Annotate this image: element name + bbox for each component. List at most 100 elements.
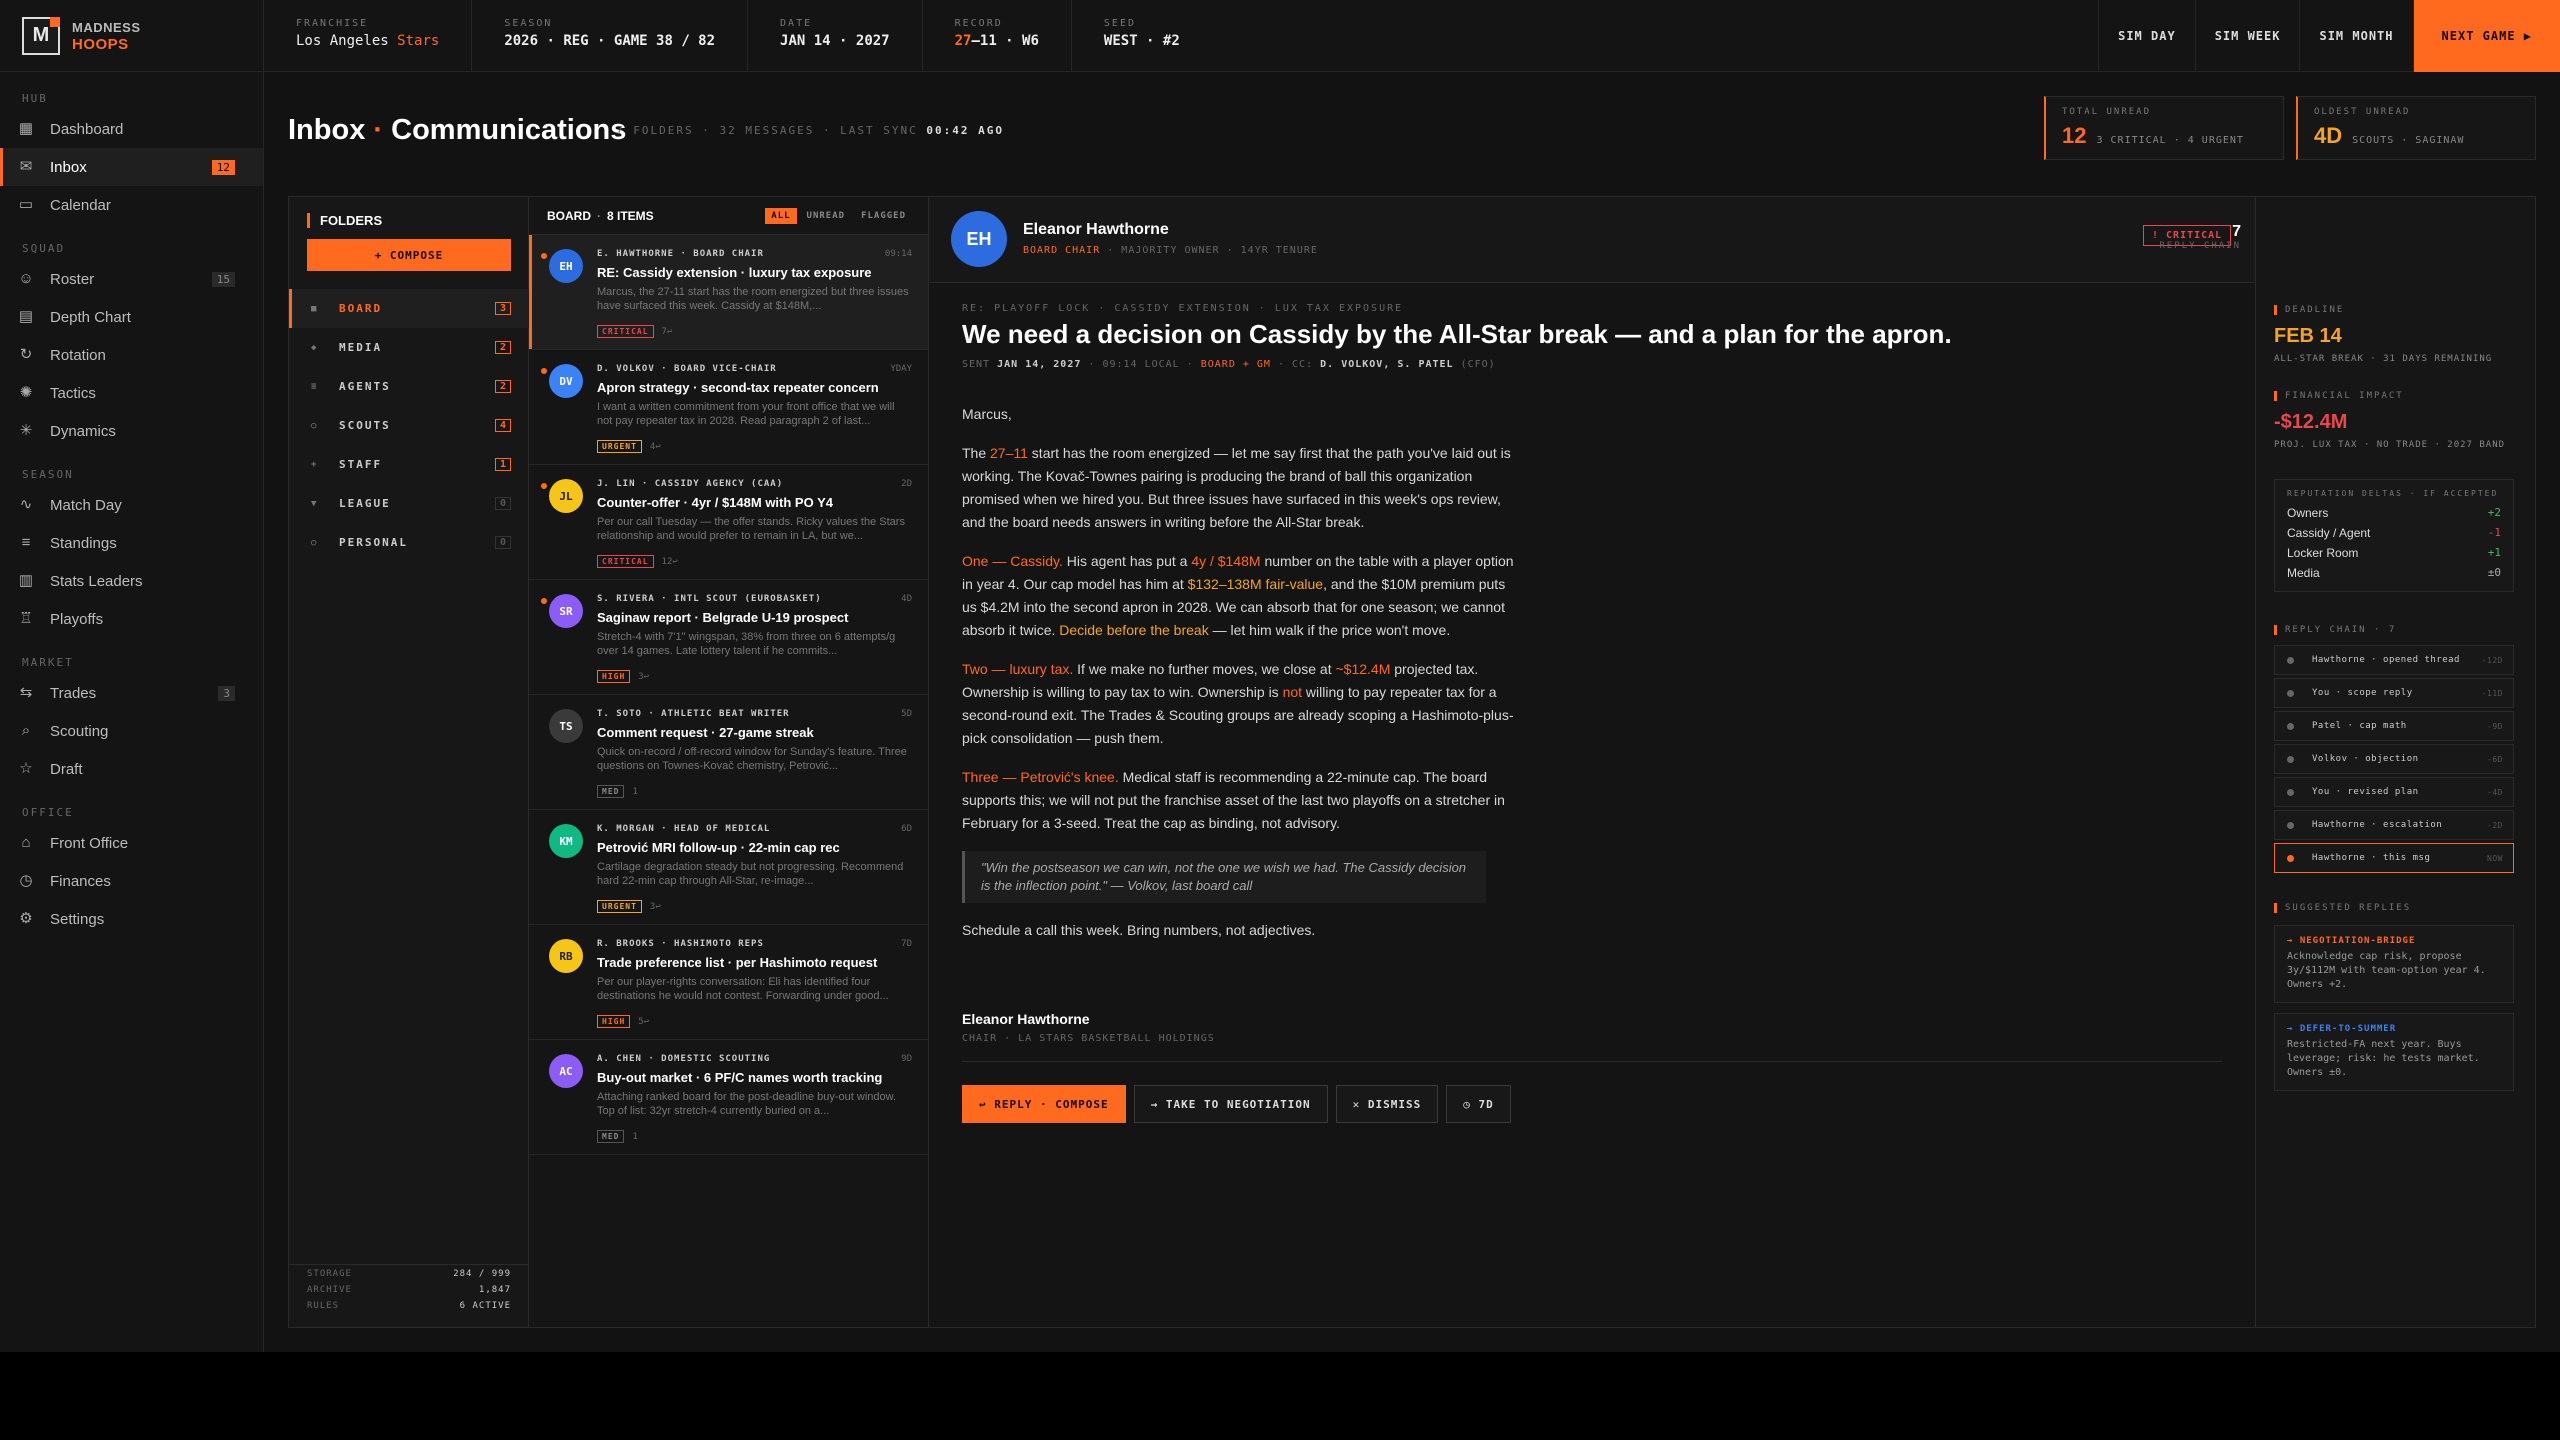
message-actions: ↩ REPLY · COMPOSE → TAKE TO NEGOTIATION … bbox=[962, 1085, 1519, 1123]
folder-board[interactable]: ■ BOARD 3 bbox=[289, 289, 529, 328]
sidebar-item-draft[interactable]: ☆ Draft bbox=[0, 750, 263, 788]
take-to-negotiation-button[interactable]: → TAKE TO NEGOTIATION bbox=[1133, 1085, 1328, 1123]
message-row[interactable]: TS T. SOTO · ATHLETIC BEAT WRITER 5D Commen… bbox=[529, 695, 928, 810]
reply-chain-item[interactable]: Hawthorne · opened thread -12D bbox=[2274, 645, 2514, 675]
sidebar-item-tactics[interactable]: ✺ Tactics bbox=[0, 374, 263, 412]
suggested-reply-card[interactable]: → DEFER-TO-SUMMER Restricted-FA next year… bbox=[2274, 1013, 2514, 1091]
avatar: SR bbox=[549, 594, 583, 628]
sim-week-button[interactable]: SIM WEEK bbox=[2194, 0, 2300, 72]
folder-icon: ○ bbox=[311, 537, 319, 548]
sidebar-item-label: Settings bbox=[50, 910, 105, 928]
sidebar-item-front-office[interactable]: ⌂ Front Office bbox=[0, 824, 263, 862]
reply-chain-label: REPLY CHAIN · 7 bbox=[2274, 625, 2514, 635]
context-aside: DEADLINE FEB 14 ALL-STAR BREAK · 31 DAYS… bbox=[2255, 197, 2535, 1327]
folder-agents[interactable]: ≡ AGENTS 2 bbox=[289, 367, 529, 406]
chain-label: Hawthorne · escalation bbox=[2312, 819, 2443, 830]
priority-tag: MED bbox=[597, 785, 625, 798]
message-preview: Stretch-4 with 7'1" wingspan, 38% from t… bbox=[597, 631, 896, 657]
sidebar-section-label: OFFICE bbox=[22, 806, 74, 819]
sidebar-item-standings[interactable]: ≡ Standings bbox=[0, 524, 263, 562]
message-time: 2D bbox=[901, 479, 912, 489]
filter-all[interactable]: ALL bbox=[765, 208, 797, 224]
kpi-value: 12 bbox=[2062, 123, 2087, 148]
sidebar-item-settings[interactable]: ⚙ Settings bbox=[0, 900, 263, 938]
sidebar-item-inbox[interactable]: ✉ Inbox 12 bbox=[0, 148, 263, 186]
chain-label: You · scope reply bbox=[2312, 687, 2413, 698]
reply-compose-button[interactable]: ↩ REPLY · COMPOSE bbox=[962, 1085, 1126, 1123]
reply-chain-item[interactable]: You · scope reply -11D bbox=[2274, 678, 2514, 708]
folder-league[interactable]: ▼ LEAGUE 0 bbox=[289, 484, 529, 523]
folder-scouts[interactable]: ○ SCOUTS 4 bbox=[289, 406, 529, 445]
dismiss-button[interactable]: ✕ DISMISS bbox=[1335, 1085, 1439, 1123]
snooze-button[interactable]: ◷ 7D bbox=[1446, 1085, 1511, 1123]
message-subject: Apron strategy · second-tax repeater con… bbox=[597, 380, 879, 395]
list-filters: ALL UNREAD FLAGGED bbox=[761, 208, 912, 224]
reply-chain-item[interactable]: Hawthorne · this msg NOW bbox=[2274, 843, 2514, 873]
message-row[interactable]: AC A. CHEN · DOMESTIC SCOUTING 9D Buy-out m… bbox=[529, 1040, 928, 1155]
message-sender: R. BROOKS · HASHIMOTO REPS bbox=[597, 939, 764, 949]
sidebar-section-label: HUB bbox=[22, 92, 48, 105]
sim-day-button[interactable]: SIM DAY bbox=[2098, 0, 2195, 72]
message-subject: Saginaw report · Belgrade U-19 prospect bbox=[597, 610, 849, 625]
brand[interactable]: M MADNESS HOOPS bbox=[0, 0, 263, 72]
sidebar-item-label: Playoffs bbox=[50, 610, 104, 628]
sidebar-item-calendar[interactable]: ▭ Calendar bbox=[0, 186, 263, 224]
paragraph-4: Three — Petrović's knee. Medical staff i… bbox=[962, 766, 1522, 835]
inbox-panel: FOLDERS + COMPOSE ■ BOARD 3 ◆ MEDIA 2 ≡ AGENTS 2… bbox=[288, 196, 2536, 1328]
message-preview: Attaching ranked board for the post-dead… bbox=[597, 1091, 897, 1117]
sidebar-item-dynamics[interactable]: ✳ Dynamics bbox=[0, 412, 263, 450]
reply-count: 4↩ bbox=[649, 441, 661, 452]
message-subject: Counter-offer · 4yr / $148M with PO Y4 bbox=[597, 495, 833, 510]
reply-chain-item[interactable]: Patel · cap math -9D bbox=[2274, 711, 2514, 741]
message-row[interactable]: EH E. HAWTHORNE · BOARD CHAIR 09:14 RE: Cas… bbox=[529, 235, 928, 350]
reply-chain-item[interactable]: Volkov · objection -6D bbox=[2274, 744, 2514, 774]
sidebar-item-finances[interactable]: ◷ Finances bbox=[0, 862, 263, 900]
kpi-label: OLDEST UNREAD bbox=[2314, 107, 2411, 117]
compose-button[interactable]: + COMPOSE bbox=[307, 239, 511, 271]
sender-role: BOARD CHAIR · MAJORITY OWNER · 14YR TENU… bbox=[1023, 245, 1318, 256]
message-row[interactable]: DV D. VOLKOV · BOARD VICE-CHAIR YDAY Apron … bbox=[529, 350, 928, 465]
reply-chain-item[interactable]: Hawthorne · escalation -2D bbox=[2274, 810, 2514, 840]
message-row[interactable]: JL J. LIN · CASSIDY AGENCY (CAA) 2D Counter… bbox=[529, 465, 928, 580]
unread-dot bbox=[541, 598, 547, 604]
folder-media[interactable]: ◆ MEDIA 2 bbox=[289, 328, 529, 367]
message-preview: Per our call Tuesday — the offer stands.… bbox=[597, 516, 905, 542]
cc-patel-role: (CFO) bbox=[1460, 359, 1496, 370]
stat-value: 2026 · REG · GAME 38 / 82 bbox=[504, 33, 716, 49]
sidebar-item-match-day[interactable]: ∿ Match Day bbox=[0, 486, 263, 524]
reply-chain-item[interactable]: You · revised plan -4D bbox=[2274, 777, 2514, 807]
sidebar-item-playoffs[interactable]: ♖ Playoffs bbox=[0, 600, 263, 638]
sidebar-item-rotation[interactable]: ↻ Rotation bbox=[0, 336, 263, 374]
reputation-group: Media bbox=[2287, 566, 2320, 580]
sidebar-item-stats-leaders[interactable]: ▥ Stats Leaders bbox=[0, 562, 263, 600]
p1-text: The bbox=[962, 445, 991, 461]
filter-flagged[interactable]: FLAGGED bbox=[855, 208, 912, 224]
next-game-button[interactable]: NEXT GAME ▶ bbox=[2412, 0, 2560, 72]
mail-icon: ✉ bbox=[19, 158, 33, 175]
message-subject: Buy-out market · 6 PF/C names worth trac… bbox=[597, 1070, 883, 1085]
folder-personal[interactable]: ○ PERSONAL 0 bbox=[289, 523, 529, 562]
suggested-reply-text: Restricted-FA next year. Buys leverage; … bbox=[2287, 1039, 2480, 1078]
message-row[interactable]: KM K. MORGAN · HEAD OF MEDICAL 6D Petrović … bbox=[529, 810, 928, 925]
folders-heading: FOLDERS bbox=[307, 213, 382, 228]
folder-staff[interactable]: + STAFF 1 bbox=[289, 445, 529, 484]
sidebar-item-roster[interactable]: ☺ Roster 15 bbox=[0, 260, 263, 298]
reply-count: 3↩ bbox=[638, 671, 650, 682]
sidebar-item-dashboard[interactable]: ▦ Dashboard bbox=[0, 110, 263, 148]
sim-month-button[interactable]: SIM MONTH bbox=[2299, 0, 2412, 72]
sidebar-item-scouting[interactable]: ⌕ Scouting bbox=[0, 712, 263, 750]
sidebar-section-label: SQUAD bbox=[22, 242, 66, 255]
p3-highlight: not bbox=[1282, 684, 1303, 700]
message-row[interactable]: SR S. RIVERA · INTL SCOUT (EUROBASKET) 4D S… bbox=[529, 580, 928, 695]
paragraph-1: The 27–11 start has the room energized —… bbox=[962, 442, 1522, 534]
cc-patel[interactable]: S. PATEL bbox=[1397, 359, 1453, 370]
message-row[interactable]: RB R. BROOKS · HASHIMOTO REPS 7D Trade pref… bbox=[529, 925, 928, 1040]
message-subject: We need a decision on Cassidy by the All… bbox=[962, 319, 1952, 349]
avatar: DV bbox=[549, 364, 583, 398]
message-subject: Trade preference list · per Hashimoto re… bbox=[597, 955, 878, 970]
suggested-reply-card[interactable]: → NEGOTIATION-BRIDGE Acknowledge cap risk… bbox=[2274, 925, 2514, 1003]
cc-volkov[interactable]: D. VOLKOV, bbox=[1320, 359, 1390, 370]
sidebar-item-depth-chart[interactable]: ▤ Depth Chart bbox=[0, 298, 263, 336]
sidebar-item-trades[interactable]: ⇆ Trades 3 bbox=[0, 674, 263, 712]
filter-unread[interactable]: UNREAD bbox=[801, 208, 852, 224]
